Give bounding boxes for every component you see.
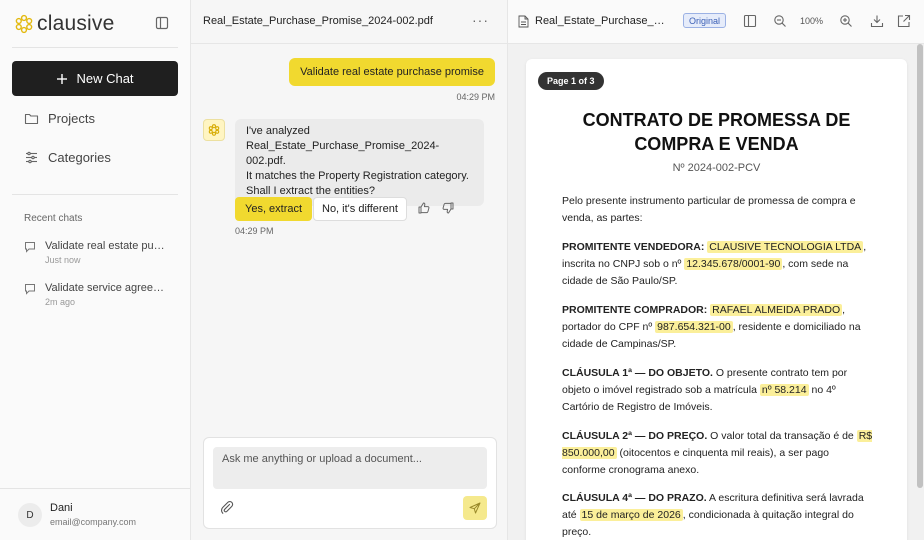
thumbs-down-icon[interactable]: [441, 201, 455, 215]
clause-label: CLÁUSULA 2ª — DO PREÇO.: [562, 430, 708, 442]
zoom-level: 100%: [800, 16, 824, 26]
brand-name: clausive: [37, 12, 115, 35]
thumbs-up-icon[interactable]: [417, 201, 431, 215]
sidebar-item-label: Projects: [48, 111, 95, 126]
clause-label: PROMITENTE VENDEDORA:: [562, 241, 705, 253]
list-icon: [26, 151, 37, 164]
intro-paragraph: Pelo presente instrumento particular de …: [562, 195, 856, 224]
recent-chats-heading: Recent chats: [24, 213, 83, 224]
seller-paragraph: PROMITENTE VENDEDORA: CLAUSIVE TECNOLOGI…: [562, 239, 874, 290]
message-composer: [203, 437, 497, 529]
zoom-out-icon[interactable]: [773, 14, 787, 28]
recent-chat-time: 2m ago: [45, 297, 76, 307]
zoom-in-icon[interactable]: [839, 14, 853, 28]
sidebar: clausive New Chat Projects Categories Re…: [0, 0, 191, 540]
title-line: CONTRATO DE PROMESSA DE: [582, 110, 851, 130]
more-options-icon[interactable]: ···: [472, 12, 489, 28]
recent-chat-time: Just now: [45, 255, 81, 265]
chat-bubble-icon: [25, 284, 35, 295]
clause-text: O valor total da transação é de: [707, 430, 857, 442]
entity-highlight[interactable]: CLAUSIVE TECNOLOGIA LTDA: [707, 241, 864, 253]
original-badge[interactable]: Original: [683, 13, 727, 28]
user-profile[interactable]: D Dani email@company.com: [0, 488, 190, 540]
message-input[interactable]: [213, 447, 487, 489]
clause-label: CLÁUSULA 1ª — DO OBJETO.: [562, 367, 713, 379]
document-viewer: Real_Estate_Purchase_Promise_2024-002.pd…: [508, 0, 924, 540]
no-different-button[interactable]: No, it's different: [313, 197, 407, 221]
scroll-thumb[interactable]: [917, 44, 923, 488]
assistant-avatar: [203, 119, 225, 141]
download-icon[interactable]: [870, 14, 884, 28]
entity-highlight[interactable]: nº 58.214: [759, 384, 809, 396]
document-file-name: Real_Estate_Purchase_Promise_2024-002.pd…: [535, 15, 671, 27]
divider: [12, 47, 178, 48]
new-chat-button[interactable]: New Chat: [12, 61, 178, 96]
avatar: D: [18, 503, 42, 527]
message-line: Real_Estate_Purchase_Promise_2024-002.pd…: [246, 140, 440, 167]
plus-icon: [57, 73, 68, 84]
recent-chat-title: Validate service agreement: [45, 282, 167, 294]
folder-icon: [24, 113, 39, 125]
document-number: Nº 2024-002-PCV: [672, 162, 761, 174]
entity-highlight[interactable]: 15 de março de 2026: [579, 509, 683, 521]
clause-1-paragraph: CLÁUSULA 1ª — DO OBJETO. O presente cont…: [562, 365, 874, 416]
clause-4-paragraph: CLÁUSULA 4ª — DO PRAZO. A escritura defi…: [562, 490, 874, 540]
sidebar-item-projects[interactable]: Projects: [24, 111, 95, 126]
sidebar-toggle-icon[interactable]: [155, 16, 169, 30]
yes-extract-button[interactable]: Yes, extract: [235, 197, 313, 221]
paperclip-icon[interactable]: [219, 500, 235, 516]
recent-chat-item[interactable]: Validate real estate purchase promise Ju…: [24, 240, 167, 265]
clause-2-paragraph: CLÁUSULA 2ª — DO PREÇO. O valor total da…: [562, 428, 874, 479]
clause-label: PROMITENTE COMPRADOR:: [562, 304, 708, 316]
logo[interactable]: clausive: [14, 12, 114, 36]
document-title: CONTRATO DE PROMESSA DE COMPRA E VENDA: [556, 108, 877, 156]
entity-highlight[interactable]: RAFAEL ALMEIDA PRADO: [710, 304, 843, 316]
entity-highlight[interactable]: 987.654.321-00: [655, 321, 733, 333]
document-page: Page 1 of 3 CONTRATO DE PROMESSA DE COMP…: [526, 59, 907, 540]
assistant-message: I've analyzed Real_Estate_Purchase_Promi…: [235, 119, 484, 206]
user-email: email@company.com: [50, 517, 136, 527]
title-line: COMPRA E VENDA: [634, 134, 799, 154]
buyer-paragraph: PROMITENTE COMPRADOR: RAFAEL ALMEIDA PRA…: [562, 302, 874, 353]
scrollbar[interactable]: [916, 44, 924, 540]
open-external-icon[interactable]: [897, 14, 911, 28]
page-indicator: Page 1 of 3: [538, 72, 604, 90]
user-message: Validate real estate purchase promise: [289, 58, 495, 86]
clausive-logo-icon: [15, 14, 33, 34]
entity-highlight[interactable]: 12.345.678/0001-90: [684, 258, 783, 270]
file-icon: [518, 15, 529, 28]
new-chat-label: New Chat: [76, 71, 134, 86]
message-line: I've analyzed: [246, 125, 310, 137]
clause-label: CLÁUSULA 4ª — DO PRAZO.: [562, 492, 707, 504]
assistant-logo-icon: [208, 124, 220, 136]
chat-title: Real_Estate_Purchase_Promise_2024-002.pd…: [203, 15, 433, 27]
chat-header: Real_Estate_Purchase_Promise_2024-002.pd…: [191, 0, 507, 44]
chat-panel: Real_Estate_Purchase_Promise_2024-002.pd…: [191, 0, 508, 540]
sidebar-item-categories[interactable]: Categories: [24, 150, 111, 165]
sidebar-item-label: Categories: [48, 150, 111, 165]
message-time: 04:29 PM: [456, 92, 495, 102]
recent-chat-title: Validate real estate purchase promise: [45, 240, 167, 252]
divider: [12, 194, 178, 195]
user-name: Dani: [50, 502, 73, 514]
message-time: 04:29 PM: [235, 226, 274, 236]
message-line: It matches the Property Registration cat…: [246, 170, 469, 182]
send-icon: [469, 502, 481, 514]
panel-layout-icon[interactable]: [743, 14, 757, 28]
viewer-toolbar: Real_Estate_Purchase_Promise_2024-002.pd…: [508, 0, 924, 44]
chat-bubble-icon: [25, 242, 35, 253]
send-button[interactable]: [463, 496, 487, 520]
recent-chat-item[interactable]: Validate service agreement 2m ago: [24, 282, 167, 307]
